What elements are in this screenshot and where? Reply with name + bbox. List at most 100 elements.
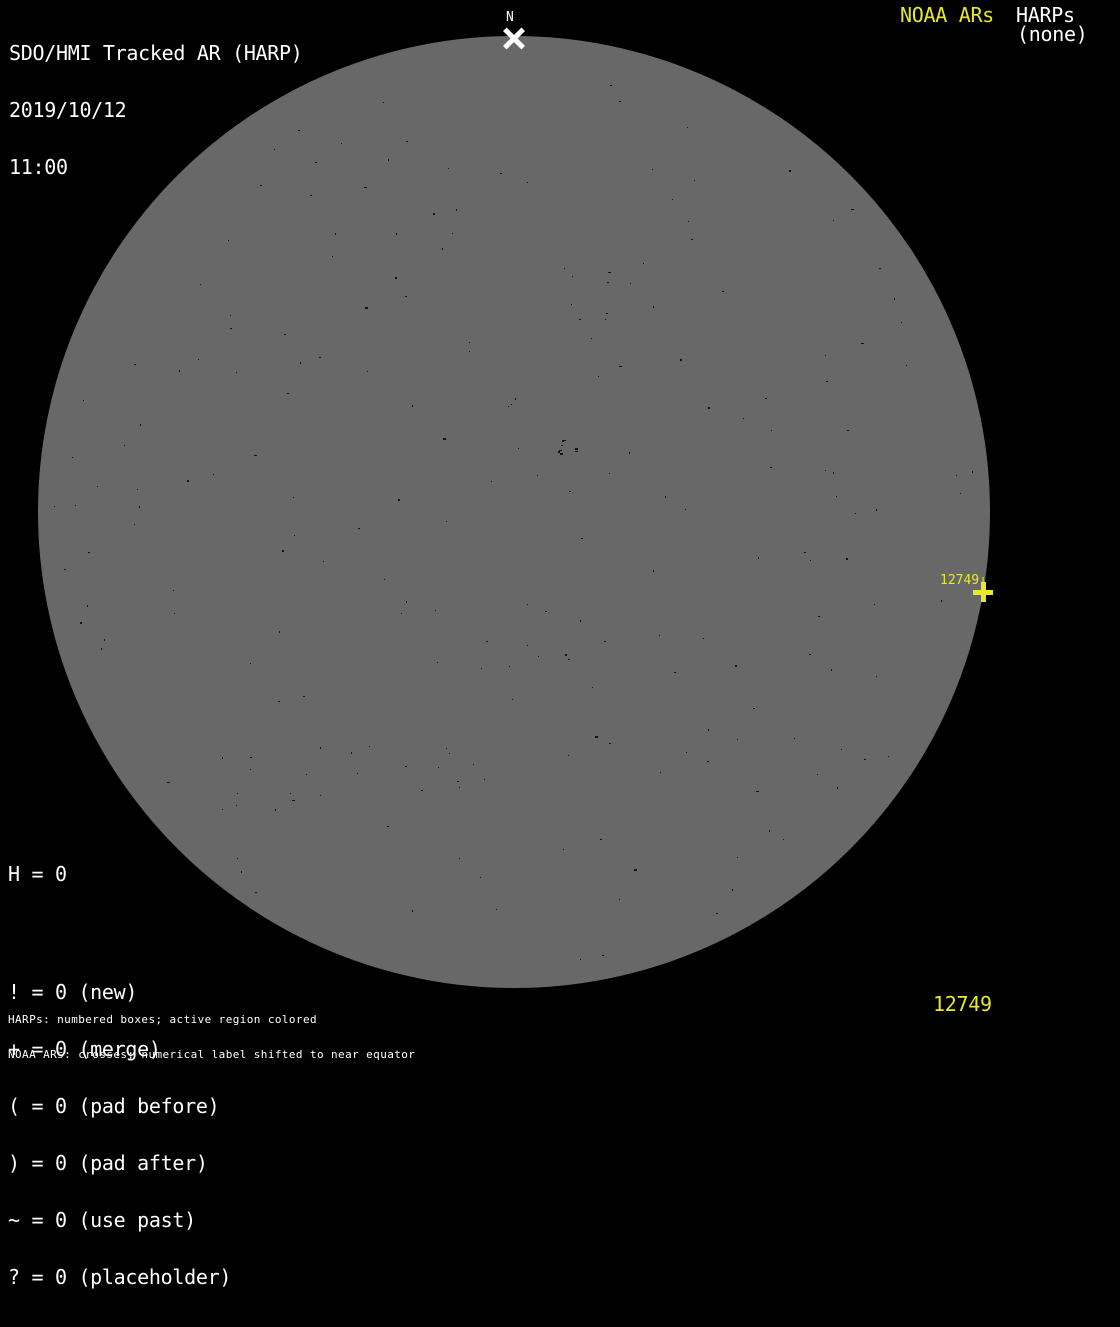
harps-count-value: (none) — [1017, 25, 1087, 44]
noise-speck — [294, 535, 295, 536]
noise-speck — [446, 521, 447, 522]
noise-speck — [568, 755, 569, 756]
noise-speck — [198, 359, 199, 360]
noise-speck — [230, 328, 232, 329]
noise-speck — [469, 351, 470, 352]
noise-speck — [456, 209, 457, 211]
noise-speck — [722, 291, 724, 292]
noise-speck — [527, 645, 528, 646]
noise-speck — [405, 296, 407, 297]
noise-speck — [836, 496, 837, 497]
noise-speck — [876, 676, 877, 677]
noise-speck — [457, 781, 459, 782]
noise-speck — [80, 622, 82, 624]
noise-speck — [737, 857, 738, 858]
noise-speck — [448, 168, 449, 169]
noise-speck — [609, 743, 611, 744]
noise-speck — [653, 570, 654, 572]
noise-speck — [707, 761, 709, 762]
noise-speck — [825, 470, 826, 471]
noise-speck — [888, 756, 889, 757]
noise-speck — [672, 199, 673, 200]
noaa-region-list: 12749 — [933, 995, 992, 1014]
noise-speck — [101, 648, 102, 650]
noise-speck — [341, 143, 342, 144]
noise-speck — [630, 283, 631, 284]
noise-speck — [236, 805, 237, 806]
noise-speck — [538, 656, 539, 657]
noise-speck — [581, 538, 583, 539]
noise-speck — [960, 493, 961, 494]
noise-speck — [789, 170, 791, 172]
noise-speck — [412, 405, 413, 407]
noise-speck — [250, 757, 252, 758]
noise-speck — [825, 355, 826, 356]
footnote-noaa: NOAA ARs: crosses; numerical label shift… — [8, 1049, 415, 1061]
noise-speck — [809, 654, 811, 655]
noise-speck — [357, 773, 358, 774]
footnotes: HARPs: numbered boxes; active region col… — [8, 991, 415, 1083]
noise-speck — [758, 557, 759, 559]
noise-speck — [187, 480, 189, 482]
noise-speck — [396, 233, 397, 235]
noise-speck — [518, 448, 519, 449]
noise-speck — [685, 509, 686, 510]
noise-speck — [310, 195, 312, 196]
noise-speck — [75, 505, 76, 506]
noise-speck — [496, 909, 497, 910]
noise-speck — [600, 839, 602, 840]
cross-bar-vertical — [981, 582, 986, 602]
noise-speck — [405, 766, 407, 767]
noise-speck — [826, 381, 828, 382]
harp-count-pad-after: ) = 0 (pad after) — [8, 1154, 231, 1173]
noise-speck — [491, 481, 492, 482]
noise-speck — [708, 729, 709, 731]
noise-speck — [708, 407, 710, 409]
noise-speck — [64, 569, 66, 570]
noise-speck — [694, 180, 695, 181]
noise-speck — [320, 747, 321, 749]
noise-speck — [512, 699, 513, 700]
noise-speck — [442, 248, 443, 250]
noise-speck — [559, 450, 562, 451]
noise-speck — [652, 169, 653, 170]
noise-speck — [561, 445, 563, 446]
noise-speck — [565, 654, 567, 656]
noise-speck — [469, 342, 470, 343]
noise-speck — [595, 736, 598, 738]
noise-speck — [564, 440, 566, 441]
noise-speck — [335, 233, 336, 235]
noise-speck — [508, 406, 509, 407]
noise-speck — [837, 787, 838, 789]
noise-speck — [737, 739, 738, 740]
noise-speck — [560, 453, 563, 455]
noise-speck — [137, 489, 138, 490]
noise-speck — [365, 307, 368, 309]
page-title: SDO/HMI Tracked AR (HARP) — [9, 44, 303, 63]
noise-speck — [319, 357, 321, 358]
noise-speck — [406, 141, 408, 142]
noise-speck — [303, 696, 305, 697]
noise-speck — [906, 365, 907, 366]
noise-speck — [406, 601, 407, 603]
noise-speck — [200, 284, 201, 285]
noise-speck — [72, 457, 73, 458]
noise-speck — [124, 445, 125, 446]
noise-speck — [605, 319, 606, 320]
noise-speck — [395, 277, 397, 279]
noise-speck — [486, 641, 488, 642]
noise-speck — [250, 769, 251, 770]
noise-speck — [688, 221, 689, 222]
noise-speck — [104, 639, 105, 641]
noise-speck — [680, 359, 682, 361]
noise-speck — [484, 779, 485, 780]
noise-speck — [753, 708, 755, 709]
noise-speck — [480, 877, 481, 878]
noise-speck — [564, 268, 565, 269]
noise-speck — [500, 173, 502, 174]
noise-speck — [293, 497, 294, 498]
noise-speck — [619, 366, 622, 367]
north-direction-label: N — [506, 11, 514, 24]
noise-speck — [598, 376, 599, 377]
noise-speck — [575, 451, 578, 452]
